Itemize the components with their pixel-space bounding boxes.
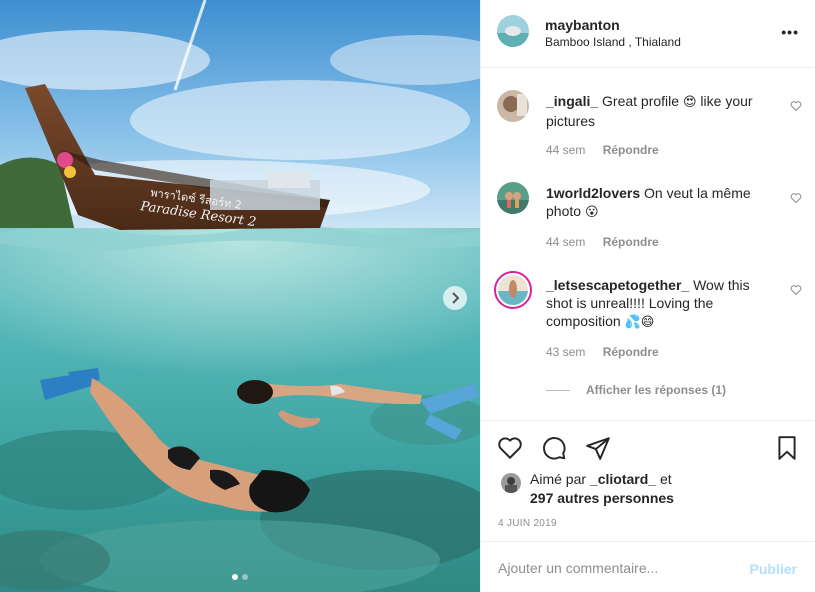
liker-username[interactable]: _cliotard_: [590, 471, 656, 487]
commenter-username[interactable]: _letsescapetogether_: [546, 277, 689, 293]
heart-icon[interactable]: [790, 284, 802, 296]
comment-emoji: 💦😄: [624, 315, 655, 330]
comment-text: _ingali_ Great profile 😍 like your pictu…: [546, 92, 776, 130]
comment-icon[interactable]: [541, 435, 567, 461]
chevron-right-icon: [452, 292, 460, 304]
bookmark-icon[interactable]: [774, 435, 800, 461]
heart-icon[interactable]: [790, 100, 802, 112]
post-location[interactable]: Bamboo Island , Thialand: [545, 35, 681, 49]
publish-button[interactable]: Publier: [750, 561, 797, 577]
comment-meta: 44 sem Répondre: [546, 143, 659, 157]
liked-by-connector: et: [659, 471, 672, 487]
reply-button[interactable]: Répondre: [603, 345, 659, 359]
post-date[interactable]: 4 JUIN 2019: [498, 518, 557, 529]
comment-emoji: 😍: [682, 95, 697, 110]
commenter-username[interactable]: 1world2lovers: [546, 185, 640, 201]
snorkel-photo-illustration: พาราไดซ์ รีสอร์ท 2 Paradise Resort 2: [0, 0, 480, 592]
comment-text: _letsescapetogether_ Wow this shot is un…: [546, 276, 776, 332]
liker-avatar[interactable]: [501, 473, 521, 493]
post-photo[interactable]: พาราไดซ์ รีสอร์ท 2 Paradise Resort 2: [0, 0, 480, 592]
liked-by-prefix: Aimé par: [530, 471, 587, 487]
reply-button[interactable]: Répondre: [603, 143, 659, 157]
comment-body: Great profile: [602, 93, 680, 109]
likes-count[interactable]: 297 autres personnes: [530, 490, 674, 506]
post-sidebar: maybanton Bamboo Island , Thialand ••• _…: [480, 0, 815, 592]
commenter-avatar[interactable]: [497, 90, 529, 122]
heart-icon[interactable]: [497, 435, 523, 461]
heart-icon[interactable]: [790, 192, 802, 204]
carousel-dot: [242, 574, 248, 580]
post-actions: [481, 420, 815, 474]
author-username[interactable]: maybanton: [545, 17, 620, 33]
comment-text: 1world2lovers On veut la même photo 😮: [546, 184, 776, 222]
comment-input[interactable]: [498, 557, 728, 579]
comment-meta: 43 sem Répondre: [546, 345, 659, 359]
likes-line: Aimé par _cliotard_ et: [530, 471, 672, 487]
comment-time[interactable]: 43 sem: [546, 345, 585, 359]
next-slide-button[interactable]: [443, 286, 467, 310]
commenter-username[interactable]: _ingali_: [546, 93, 598, 109]
carousel-dot-active: [232, 574, 238, 580]
view-replies-label: Afficher les réponses (1): [586, 383, 727, 397]
replies-divider: [546, 389, 570, 391]
carousel-indicator: [0, 574, 480, 580]
commenter-avatar[interactable]: [497, 182, 529, 214]
comment-meta: 44 sem Répondre: [546, 235, 659, 249]
author-avatar[interactable]: [497, 15, 529, 47]
instagram-post: พาราไดซ์ รีสอร์ท 2 Paradise Resort 2 may…: [0, 0, 815, 592]
commenter-avatar-with-story[interactable]: [494, 271, 532, 309]
share-icon[interactable]: [585, 435, 611, 461]
comment-emoji: 😮: [584, 205, 599, 220]
view-replies-button[interactable]: Afficher les réponses (1): [546, 383, 726, 397]
post-header: maybanton Bamboo Island , Thialand •••: [481, 0, 815, 68]
comment-time[interactable]: 44 sem: [546, 235, 585, 249]
reply-button[interactable]: Répondre: [603, 235, 659, 249]
add-comment-bar: Publier: [481, 541, 815, 592]
comment-time[interactable]: 44 sem: [546, 143, 585, 157]
more-icon[interactable]: •••: [781, 24, 799, 40]
